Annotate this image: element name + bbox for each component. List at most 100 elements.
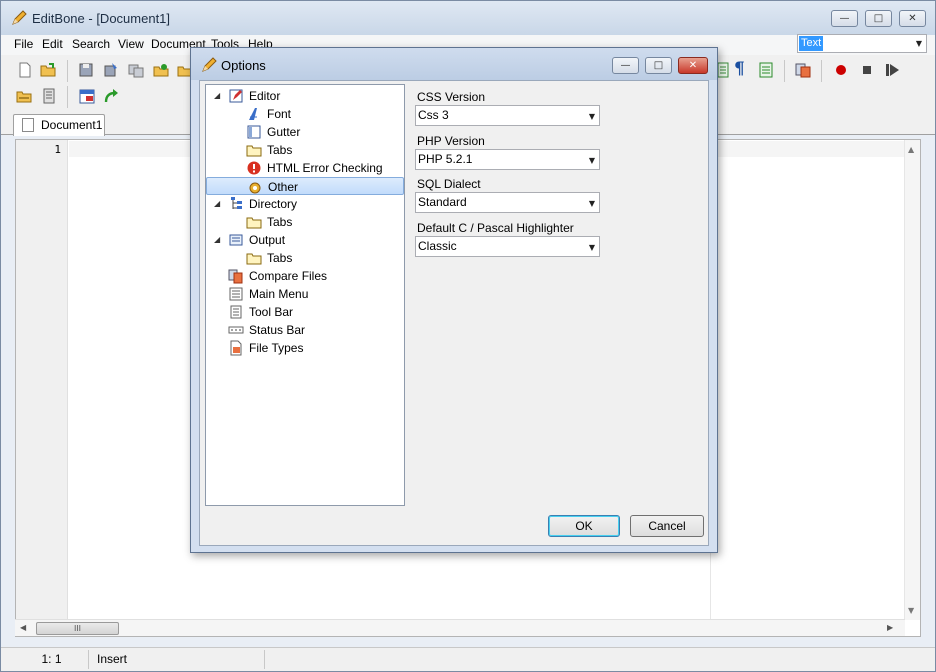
tree-item-label: Compare Files: [249, 269, 328, 283]
gutter-icon: [247, 125, 261, 139]
sql-dialect-value: Standard: [418, 195, 467, 209]
new-file-icon[interactable]: [16, 61, 34, 79]
css-version-select[interactable]: Css 3 ▼: [415, 105, 600, 126]
close-button[interactable]: ✕: [899, 10, 926, 27]
error-icon: [247, 161, 261, 175]
tree-item-font[interactable]: Font: [206, 105, 404, 123]
toolbar-separator: [67, 86, 68, 108]
compare-files-icon: [228, 269, 243, 284]
menu-view[interactable]: View: [118, 35, 144, 53]
tree-item-editor[interactable]: ◢ Editor: [206, 87, 404, 105]
default-highlighter-value: Classic: [418, 239, 457, 253]
chevron-down-icon: ▼: [588, 156, 595, 165]
tree-item-label: Main Menu: [249, 287, 309, 301]
scroll-down-icon[interactable]: ▼: [908, 606, 914, 615]
scroll-left-icon[interactable]: ◀: [20, 623, 26, 632]
tree-item-main-menu[interactable]: Main Menu: [206, 285, 404, 303]
dialog-maximize-button[interactable]: □: [645, 57, 672, 74]
redo-icon[interactable]: [102, 87, 120, 105]
expand-arrow-icon[interactable]: ◢: [214, 91, 224, 101]
scroll-up-icon[interactable]: ▲: [908, 145, 914, 154]
tree-item-output[interactable]: ◢ Output: [206, 231, 404, 249]
minimize-button[interactable]: —: [831, 10, 858, 27]
tree-item-tabs[interactable]: Tabs: [206, 249, 404, 267]
tool-bar-icon: [230, 305, 242, 319]
sql-dialect-label: SQL Dialect: [417, 177, 481, 191]
css-version-value: Css 3: [418, 108, 449, 122]
highlighter-value: Text: [799, 36, 824, 51]
gutter: 1: [16, 140, 68, 636]
default-highlighter-select[interactable]: Classic ▼: [415, 236, 600, 257]
css-version-label: CSS Version: [417, 90, 486, 104]
sql-dialect-select[interactable]: Standard ▼: [415, 192, 600, 213]
dialog-title: Options: [221, 58, 266, 73]
chevron-down-icon: ▼: [588, 199, 595, 208]
title-bar[interactable]: EditBone - [Document1] — □ ✕: [1, 1, 935, 35]
open-file-icon[interactable]: [39, 61, 57, 79]
tree-item-label: Directory: [249, 197, 298, 211]
word-wrap-icon[interactable]: [716, 61, 730, 79]
compare-icon[interactable]: [794, 61, 812, 79]
paragraph-icon[interactable]: ¶: [734, 59, 745, 79]
tree-item-directory[interactable]: ◢ Directory: [206, 195, 404, 213]
menu-edit[interactable]: Edit: [42, 35, 63, 53]
folder-icon[interactable]: [177, 61, 191, 79]
toolbar-separator: [784, 60, 785, 82]
save-all-icon[interactable]: [127, 61, 145, 79]
tree-item-html-error-checking[interactable]: HTML Error Checking: [206, 159, 404, 177]
open-folder-icon[interactable]: [152, 61, 170, 79]
expand-arrow-icon[interactable]: ◢: [214, 235, 224, 245]
toolbar-separator: [67, 60, 68, 82]
font-icon: [249, 108, 257, 120]
dialog-minimize-button[interactable]: —: [612, 57, 639, 74]
highlighter-label: Default C / Pascal Highlighter: [417, 221, 574, 235]
save-as-icon[interactable]: [102, 61, 120, 79]
highlighter-select[interactable]: Text ▼: [797, 34, 927, 53]
tree-item-label: Output: [249, 233, 286, 247]
tree-item-label: Other: [268, 180, 299, 194]
tree-item-other[interactable]: Other: [206, 177, 404, 195]
tree-item-tool-bar[interactable]: Tool Bar: [206, 303, 404, 321]
options-tree[interactable]: ◢ Editor Font Gutter Tabs HTML Error Checking…: [205, 84, 405, 506]
menu-file[interactable]: File: [14, 35, 33, 53]
dialog-title-bar[interactable]: Options — □ ✕: [191, 48, 717, 80]
tabs-icon: [246, 217, 262, 229]
vertical-scrollbar[interactable]: ▲ ▼: [904, 140, 920, 620]
options-dialog: Options — □ ✕ ◢ Editor Font Gutter Tabs HTML …: [190, 47, 718, 553]
save-icon[interactable]: [77, 61, 95, 79]
open-recent-icon[interactable]: [15, 87, 33, 105]
tab-label: Document1: [41, 118, 103, 132]
stop-macro-icon[interactable]: [858, 61, 876, 79]
file-properties-icon[interactable]: [40, 87, 58, 105]
record-macro-icon[interactable]: [832, 61, 850, 79]
expand-arrow-icon[interactable]: ◢: [214, 199, 224, 209]
tree-item-gutter[interactable]: Gutter: [206, 123, 404, 141]
tree-item-file-types[interactable]: File Types: [206, 339, 404, 357]
window-title: EditBone - [Document1]: [32, 11, 171, 26]
tree-item-tabs[interactable]: Tabs: [206, 213, 404, 231]
tree-item-status-bar[interactable]: Status Bar: [206, 321, 404, 339]
status-bar-icon: [228, 326, 244, 334]
output-icon: [229, 234, 243, 246]
chevron-down-icon: ▼: [588, 243, 595, 252]
tree-item-label: Tabs: [267, 251, 293, 265]
cancel-button[interactable]: Cancel: [630, 515, 704, 537]
dialog-close-button[interactable]: ✕: [678, 57, 708, 74]
play-macro-icon[interactable]: [883, 61, 901, 79]
other-icon: [249, 182, 261, 194]
horizontal-scrollbar[interactable]: ◀ III ▶: [15, 619, 905, 636]
php-version-value: PHP 5.2.1: [418, 152, 473, 166]
menu-search[interactable]: Search: [72, 35, 110, 53]
directory-icon: [231, 197, 242, 209]
tree-item-tabs[interactable]: Tabs: [206, 141, 404, 159]
toolbar-separator: [821, 60, 822, 82]
tab-document1[interactable]: Document1: [13, 114, 105, 136]
maximize-button[interactable]: □: [865, 10, 892, 27]
tree-item-compare-files[interactable]: Compare Files: [206, 267, 404, 285]
ok-button[interactable]: OK: [548, 515, 620, 537]
calendar-icon[interactable]: [78, 87, 96, 105]
scroll-right-icon[interactable]: ▶: [887, 623, 893, 632]
line-numbers-icon[interactable]: [757, 61, 775, 79]
php-version-select[interactable]: PHP 5.2.1 ▼: [415, 149, 600, 170]
scroll-thumb[interactable]: III: [36, 622, 119, 635]
